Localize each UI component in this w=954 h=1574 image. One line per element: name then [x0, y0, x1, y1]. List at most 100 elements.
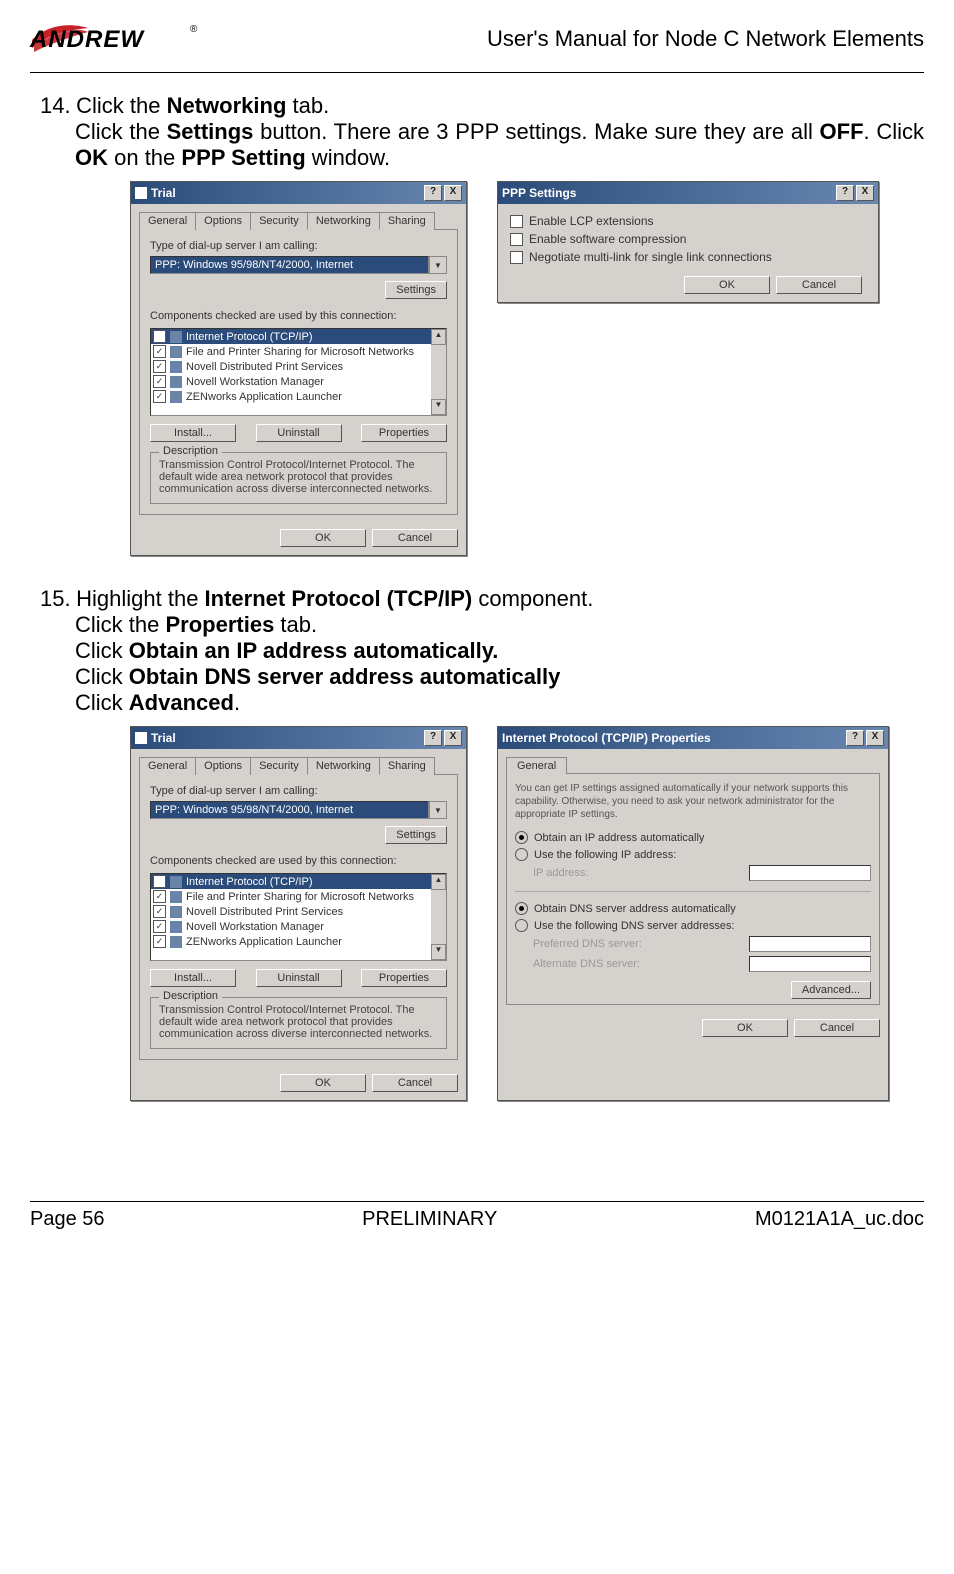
alternate-dns-field[interactable]	[749, 956, 871, 972]
properties-button[interactable]: Properties	[361, 424, 447, 442]
radio-icon[interactable]	[515, 831, 528, 844]
checkbox-icon[interactable]: ✓	[153, 935, 166, 948]
cancel-button[interactable]: Cancel	[372, 529, 458, 547]
checkbox-icon[interactable]: ✓	[153, 375, 166, 388]
scrollbar[interactable]: ▲ ▼	[431, 329, 446, 415]
list-item[interactable]: ✓ZENworks Application Launcher	[151, 389, 446, 404]
help-icon[interactable]: ?	[424, 185, 442, 201]
checkbox-icon[interactable]	[510, 215, 523, 228]
ppp-opt-multilink[interactable]: Negotiate multi-link for single link con…	[506, 248, 870, 266]
page-header: ANDREW ® User's Manual for Node C Networ…	[30, 18, 924, 73]
list-item[interactable]: ✓ZENworks Application Launcher	[151, 934, 446, 949]
ppp-opt-lcp[interactable]: Enable LCP extensions	[506, 212, 870, 230]
components-listbox[interactable]: ✓Internet Protocol (TCP/IP) ✓File and Pr…	[150, 873, 447, 961]
checkbox-icon[interactable]: ✓	[153, 905, 166, 918]
server-type-dropdown[interactable]: PPP: Windows 95/98/NT4/2000, Internet ▼	[150, 256, 447, 274]
checkbox-icon[interactable]: ✓	[153, 330, 166, 343]
cancel-button[interactable]: Cancel	[794, 1019, 880, 1037]
checkbox-icon[interactable]: ✓	[153, 390, 166, 403]
footer-docid: M0121A1A_uc.doc	[755, 1208, 924, 1231]
chevron-down-icon[interactable]: ▼	[429, 801, 447, 819]
help-icon[interactable]: ?	[424, 730, 442, 746]
settings-button[interactable]: Settings	[385, 281, 447, 299]
install-button[interactable]: Install...	[150, 969, 236, 987]
settings-button[interactable]: Settings	[385, 826, 447, 844]
scroll-down-icon[interactable]: ▼	[431, 399, 446, 415]
cancel-button[interactable]: Cancel	[776, 276, 862, 294]
radio-obtain-dns-auto[interactable]: Obtain DNS server address automatically	[515, 900, 871, 917]
list-item[interactable]: ✓File and Printer Sharing for Microsoft …	[151, 344, 446, 359]
close-icon[interactable]: X	[444, 730, 462, 746]
tab-sharing[interactable]: Sharing	[379, 757, 435, 775]
list-item[interactable]: ✓Novell Workstation Manager	[151, 919, 446, 934]
scroll-down-icon[interactable]: ▼	[431, 944, 446, 960]
help-icon[interactable]: ?	[846, 730, 864, 746]
list-item[interactable]: ✓Novell Distributed Print Services	[151, 359, 446, 374]
tcpip-titlebar[interactable]: Internet Protocol (TCP/IP) Properties ? …	[498, 727, 888, 749]
radio-icon[interactable]	[515, 919, 528, 932]
preferred-dns-row: Preferred DNS server:	[515, 934, 871, 954]
components-listbox[interactable]: ✓Internet Protocol (TCP/IP) ✓File and Pr…	[150, 328, 447, 416]
tab-security[interactable]: Security	[250, 757, 308, 775]
checkbox-icon[interactable]: ✓	[153, 360, 166, 373]
protocol-icon	[170, 361, 182, 373]
description-text: Transmission Control Protocol/Internet P…	[159, 459, 438, 495]
checkbox-icon[interactable]: ✓	[153, 875, 166, 888]
tab-sharing[interactable]: Sharing	[379, 212, 435, 230]
checkbox-icon[interactable]: ✓	[153, 920, 166, 933]
checkbox-icon[interactable]	[510, 251, 523, 264]
install-button[interactable]: Install...	[150, 424, 236, 442]
uninstall-button[interactable]: Uninstall	[256, 969, 342, 987]
server-type-dropdown[interactable]: PPP: Windows 95/98/NT4/2000, Internet ▼	[150, 801, 447, 819]
description-fieldset: Description Transmission Control Protoco…	[150, 452, 447, 504]
logo-text: ANDREW	[30, 26, 144, 54]
list-item[interactable]: ✓Novell Workstation Manager	[151, 374, 446, 389]
tab-networking[interactable]: Networking	[307, 212, 380, 230]
scroll-up-icon[interactable]: ▲	[431, 329, 446, 345]
list-item[interactable]: ✓Internet Protocol (TCP/IP)	[151, 874, 446, 889]
tab-general[interactable]: General	[139, 212, 196, 230]
trial-titlebar[interactable]: Trial ? X	[131, 727, 466, 749]
tab-options[interactable]: Options	[195, 757, 251, 775]
close-icon[interactable]: X	[444, 185, 462, 201]
scrollbar[interactable]: ▲ ▼	[431, 874, 446, 960]
ip-address-row: IP address:	[515, 863, 871, 883]
list-item[interactable]: ✓File and Printer Sharing for Microsoft …	[151, 889, 446, 904]
radio-obtain-ip-auto[interactable]: Obtain an IP address automatically	[515, 829, 871, 846]
chevron-down-icon[interactable]: ▼	[429, 256, 447, 274]
tab-general[interactable]: General	[506, 757, 567, 774]
help-icon[interactable]: ?	[836, 185, 854, 201]
checkbox-icon[interactable]: ✓	[153, 890, 166, 903]
advanced-button[interactable]: Advanced...	[791, 981, 871, 999]
properties-button[interactable]: Properties	[361, 969, 447, 987]
uninstall-button[interactable]: Uninstall	[256, 424, 342, 442]
trial-titlebar[interactable]: Trial ? X	[131, 182, 466, 204]
preferred-dns-field[interactable]	[749, 936, 871, 952]
tab-general[interactable]: General	[139, 757, 196, 775]
close-icon[interactable]: X	[866, 730, 884, 746]
ok-button[interactable]: OK	[702, 1019, 788, 1037]
ok-button[interactable]: OK	[684, 276, 770, 294]
close-icon[interactable]: X	[856, 185, 874, 201]
ppp-opt-compression[interactable]: Enable software compression	[506, 230, 870, 248]
ppp-titlebar[interactable]: PPP Settings ? X	[498, 182, 878, 204]
trial-tabs: General Options Security Networking Shar…	[139, 757, 458, 775]
description-fieldset: Description Transmission Control Protoco…	[150, 997, 447, 1049]
cancel-button[interactable]: Cancel	[372, 1074, 458, 1092]
tab-options[interactable]: Options	[195, 212, 251, 230]
ok-button[interactable]: OK	[280, 529, 366, 547]
radio-use-ip[interactable]: Use the following IP address:	[515, 846, 871, 863]
tab-networking[interactable]: Networking	[307, 757, 380, 775]
radio-icon[interactable]	[515, 848, 528, 861]
tab-security[interactable]: Security	[250, 212, 308, 230]
list-item[interactable]: ✓Internet Protocol (TCP/IP)	[151, 329, 446, 344]
radio-icon[interactable]	[515, 902, 528, 915]
radio-use-dns[interactable]: Use the following DNS server addresses:	[515, 917, 871, 934]
list-item[interactable]: ✓Novell Distributed Print Services	[151, 904, 446, 919]
ok-button[interactable]: OK	[280, 1074, 366, 1092]
checkbox-icon[interactable]	[510, 233, 523, 246]
scroll-up-icon[interactable]: ▲	[431, 874, 446, 890]
checkbox-icon[interactable]: ✓	[153, 345, 166, 358]
protocol-icon	[170, 331, 182, 343]
ip-address-field[interactable]	[749, 865, 871, 881]
